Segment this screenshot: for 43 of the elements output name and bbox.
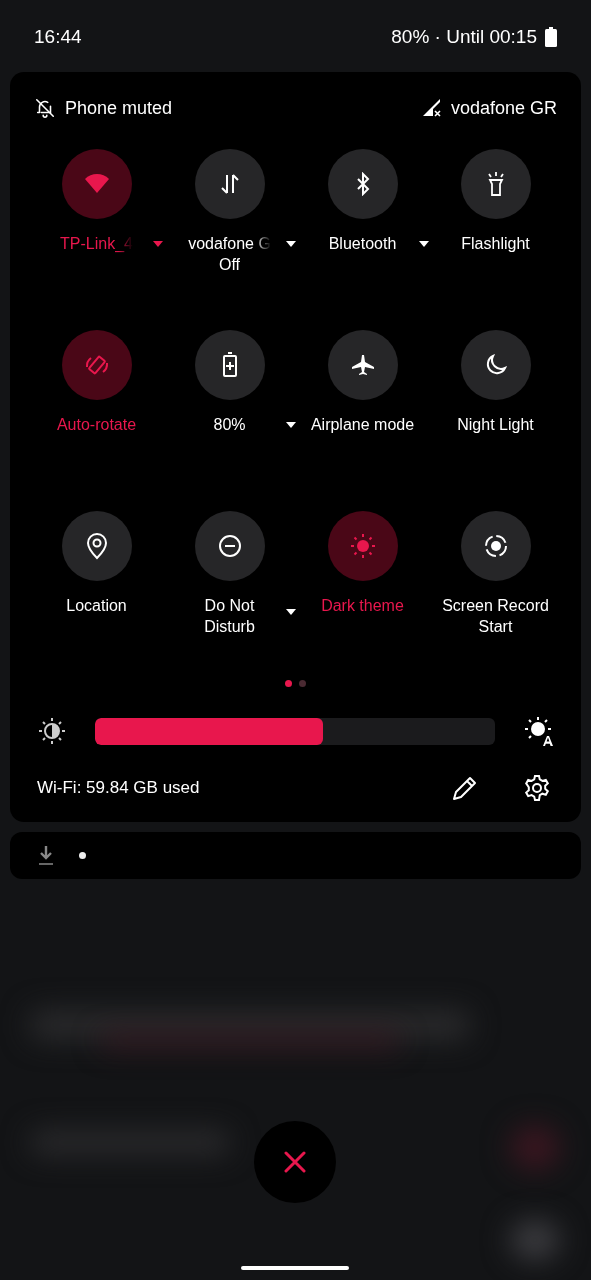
caret-icon[interactable] [286, 422, 296, 428]
data-usage-text[interactable]: Wi-Fi: 59.84 GB used [37, 778, 200, 798]
brightness-slider[interactable] [95, 717, 495, 745]
tile-sublabel: Off [218, 255, 240, 275]
sun-icon [348, 532, 377, 560]
tile-label: Flashlight [461, 234, 530, 254]
data-arrows-icon [219, 173, 240, 195]
edit-pencil-icon[interactable] [451, 774, 479, 802]
carrier-name: vodafone GR [450, 97, 557, 119]
tile-label: TP-Link_4 [60, 234, 133, 254]
battery-saver-icon [221, 352, 238, 378]
tile-label: Night Light [457, 415, 534, 435]
screen-record-icon [482, 533, 509, 559]
airplane-icon [350, 353, 375, 377]
bluetooth-icon [355, 172, 370, 196]
ringer-status: Phone muted [65, 97, 173, 119]
clock: 16:44 [34, 26, 82, 48]
notification-dot [79, 852, 86, 859]
tile-label: Dark theme [321, 596, 404, 616]
tile-label: Auto-rotate [56, 415, 137, 435]
tile-label: Location [66, 596, 127, 616]
minus-circle-icon [217, 534, 242, 558]
signal-off-icon [421, 98, 442, 118]
wifi-icon [83, 174, 110, 194]
battery-text: 80% · Until 00:15 [391, 26, 537, 48]
tile-label: Airplane mode [310, 415, 415, 435]
tile-label: Screen Record Start [441, 596, 550, 637]
bell-off-icon [34, 97, 56, 119]
tile-label: Bluetooth [328, 234, 397, 254]
battery-icon [545, 27, 557, 47]
close-icon [284, 1151, 306, 1173]
caret-icon[interactable] [419, 241, 429, 247]
tile-label: vodafone G [188, 234, 271, 254]
download-icon [38, 845, 54, 866]
caret-icon[interactable] [286, 241, 296, 247]
caret-icon[interactable] [286, 609, 296, 615]
flashlight-icon [485, 171, 506, 197]
brightness-icon [37, 716, 67, 746]
settings-icon[interactable] [523, 774, 551, 802]
tile-label: 80% [213, 415, 246, 435]
auto-brightness-icon[interactable] [523, 715, 555, 747]
tile-label: Do Not Disturb [203, 596, 256, 637]
location-pin-icon [85, 532, 108, 560]
